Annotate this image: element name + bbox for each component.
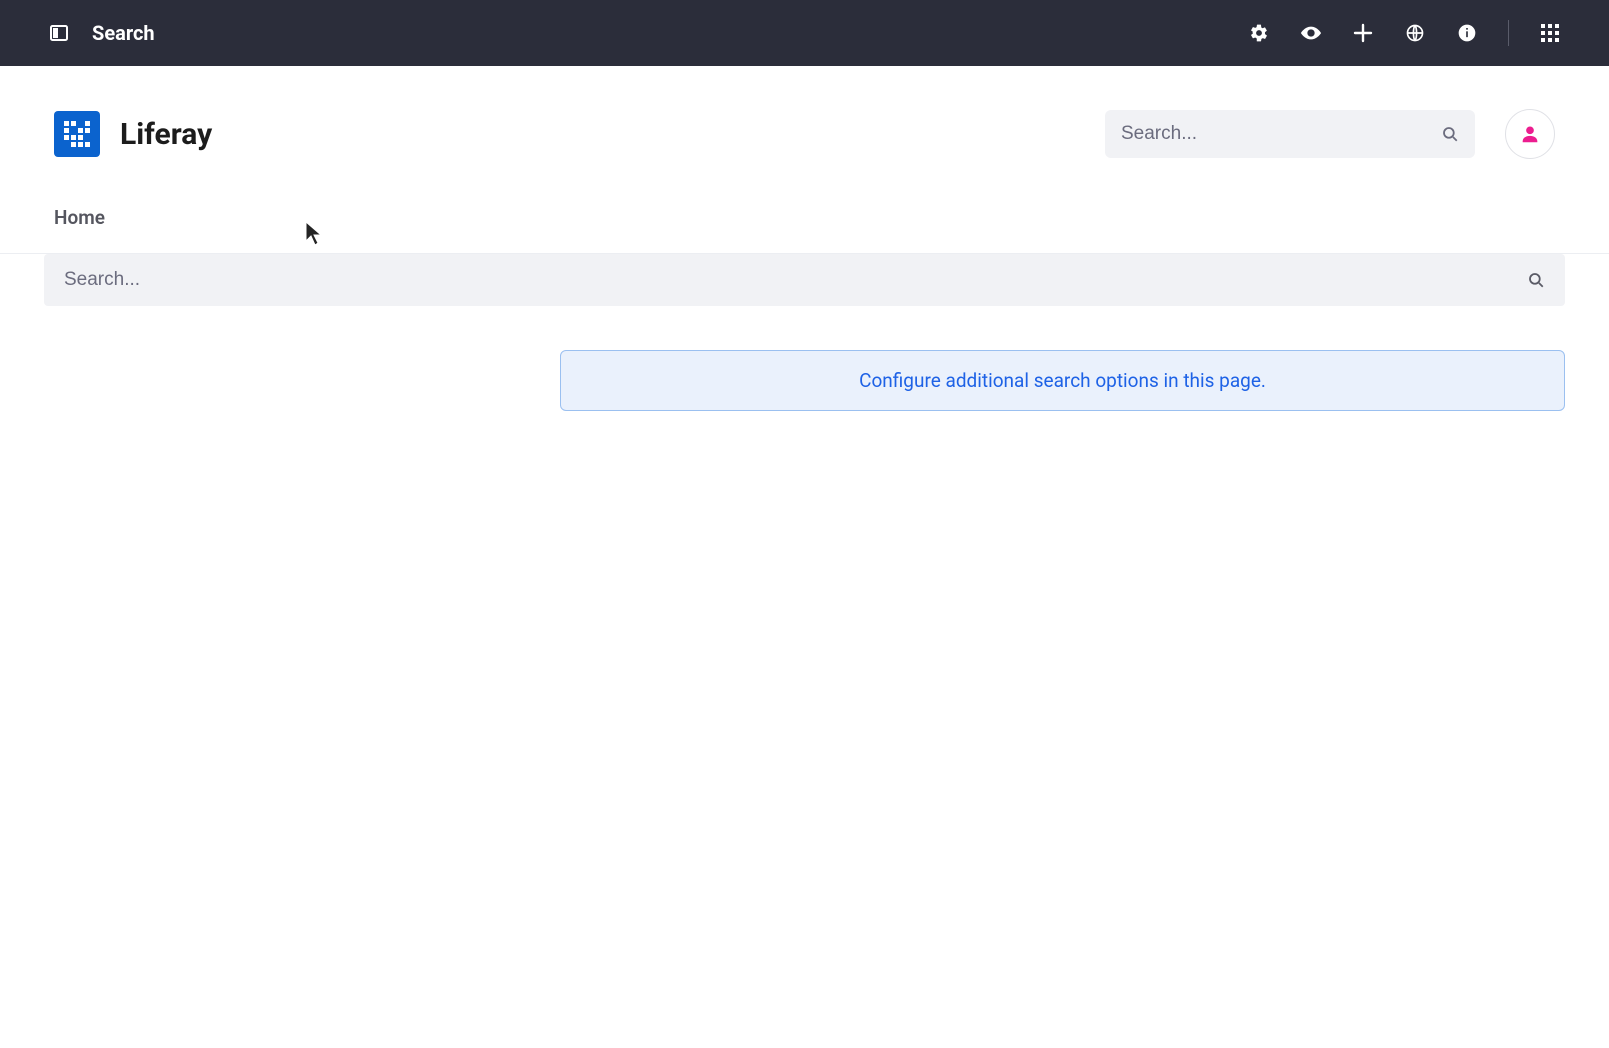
plus-icon[interactable] (1352, 22, 1374, 44)
user-avatar[interactable] (1505, 109, 1555, 159)
admin-bar-title: Search (92, 21, 155, 45)
eye-icon[interactable] (1300, 22, 1322, 44)
brand-name: Liferay (120, 117, 212, 152)
admin-bar-divider (1508, 20, 1509, 46)
gear-icon[interactable] (1248, 22, 1270, 44)
site-header-right (1105, 109, 1555, 159)
header-search-input[interactable] (1121, 123, 1441, 145)
site-header: Liferay (0, 66, 1609, 172)
search-icon[interactable] (1527, 271, 1545, 289)
page-search-input[interactable] (64, 269, 1527, 291)
grid-icon[interactable] (1539, 22, 1561, 44)
brand-logo-icon (54, 111, 100, 157)
configure-search-link[interactable]: Configure additional search options in t… (859, 369, 1266, 392)
page-search[interactable] (44, 254, 1565, 306)
admin-bar-left: Search (48, 21, 155, 45)
panel-toggle-icon[interactable] (48, 22, 70, 44)
configure-alert: Configure additional search options in t… (560, 350, 1565, 411)
info-icon[interactable] (1456, 22, 1478, 44)
nav-row: Home (0, 172, 1609, 253)
search-icon[interactable] (1441, 125, 1459, 143)
admin-bar: Search (0, 0, 1609, 66)
nav-item-home[interactable]: Home (54, 206, 105, 229)
header-search[interactable] (1105, 110, 1475, 158)
brand[interactable]: Liferay (54, 111, 212, 157)
admin-bar-right (1248, 20, 1561, 46)
page-search-section (0, 254, 1609, 306)
globe-icon[interactable] (1404, 22, 1426, 44)
